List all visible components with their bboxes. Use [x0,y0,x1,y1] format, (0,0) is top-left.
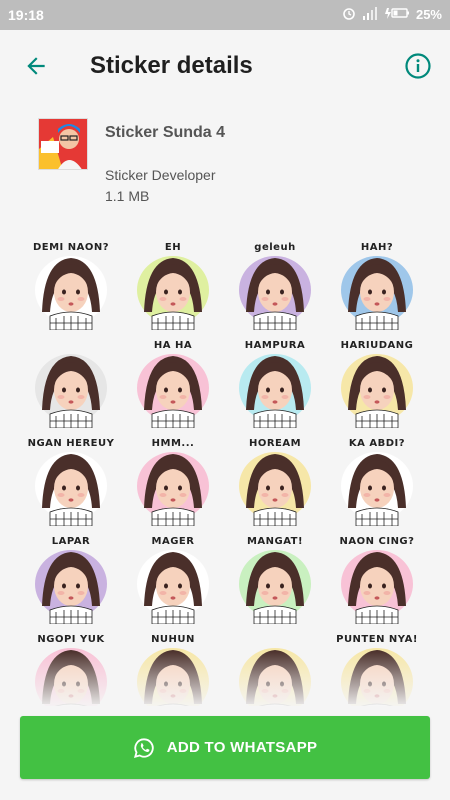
sticker-caption: NAON CING? [339,536,415,547]
whatsapp-icon [133,737,154,758]
sticker-caption: NGOPI YUK [37,634,105,645]
sticker-caption: HA HA [153,340,193,351]
sticker-grid: DEMI NAON? EH geleuh HAH? HA HA HAMPURA … [20,236,430,706]
status-bar: 19:18 25% [0,0,450,30]
page-title: Sticker details [90,52,253,79]
sticker-item[interactable]: HAMPURA [224,334,326,432]
sticker-illustration [341,256,413,330]
sticker-item[interactable]: LAPAR [20,530,122,628]
sticker-illustration [35,256,107,330]
app-bar: Sticker details [0,30,450,102]
sticker-caption: LAPAR [51,536,91,547]
pack-header: Sticker Sunda 4 Sticker Developer 1.1 MB [0,112,450,222]
sticker-caption: HAMPURA [244,340,306,351]
sticker-item[interactable]: KA ABDI? [326,432,428,530]
sticker-item[interactable]: geleuh [224,236,326,334]
info-button[interactable] [404,52,432,80]
sticker-illustration [35,452,107,526]
sticker-illustration [341,452,413,526]
sticker-item[interactable]: HOREAM [224,432,326,530]
sticker-illustration [341,354,413,428]
sticker-illustration [137,550,209,624]
back-button[interactable] [20,50,52,82]
status-icons: 25% [342,6,442,23]
sticker-illustration [35,550,107,624]
sticker-caption: MAGER [151,536,195,547]
sticker-illustration [239,452,311,526]
sticker-caption: HOREAM [248,438,302,449]
charging-battery-icon [384,6,410,23]
sticker-caption: DEMI NAON? [32,242,110,253]
sticker-item[interactable]: HARIUDANG [326,334,428,432]
sticker-item[interactable]: NAON CING? [326,530,428,628]
sticker-item[interactable] [20,334,122,432]
sticker-illustration [137,256,209,330]
sticker-caption: PUNTEN NYA! [336,634,418,645]
sticker-item[interactable]: NGAN HEREUY [20,432,122,530]
sticker-caption: NUHUN [151,634,195,645]
sticker-item[interactable]: MAGER [122,530,224,628]
pack-size: 1.1 MB [105,188,150,204]
sticker-caption: HMM... [151,438,195,449]
sticker-caption: HARIUDANG [340,340,414,351]
sticker-caption: HAH? [360,242,394,253]
pack-name: Sticker Sunda 4 [105,124,226,141]
sticker-illustration [341,550,413,624]
sticker-item[interactable]: HAH? [326,236,428,334]
grid-fade [0,650,450,710]
sticker-item[interactable]: HMM... [122,432,224,530]
signal-icon [362,6,378,23]
sticker-item[interactable]: EH [122,236,224,334]
sticker-caption: EH [164,242,182,253]
add-to-whatsapp-label: ADD TO WHATSAPP [166,739,318,756]
sticker-illustration [35,354,107,428]
sticker-caption: KA ABDI? [348,438,406,449]
sticker-illustration [239,550,311,624]
sticker-illustration [239,256,311,330]
sticker-item[interactable]: MANGAT! [224,530,326,628]
status-time: 19:18 [8,7,44,23]
pack-publisher: Sticker Developer [105,167,216,183]
sticker-item[interactable]: DEMI NAON? [20,236,122,334]
sticker-illustration [239,354,311,428]
sticker-caption: geleuh [254,242,296,253]
arrow-left-icon [27,57,45,75]
pack-tray-icon [38,118,88,170]
sticker-caption: MANGAT! [246,536,304,547]
battery-percent: 25% [415,7,442,22]
sticker-illustration [137,354,209,428]
sticker-item[interactable]: HA HA [122,334,224,432]
alarm-icon [342,6,356,23]
sticker-illustration [137,452,209,526]
add-to-whatsapp-button[interactable]: ADD TO WHATSAPP [20,716,430,779]
info-icon [405,53,431,79]
sticker-caption: NGAN HEREUY [27,438,115,449]
